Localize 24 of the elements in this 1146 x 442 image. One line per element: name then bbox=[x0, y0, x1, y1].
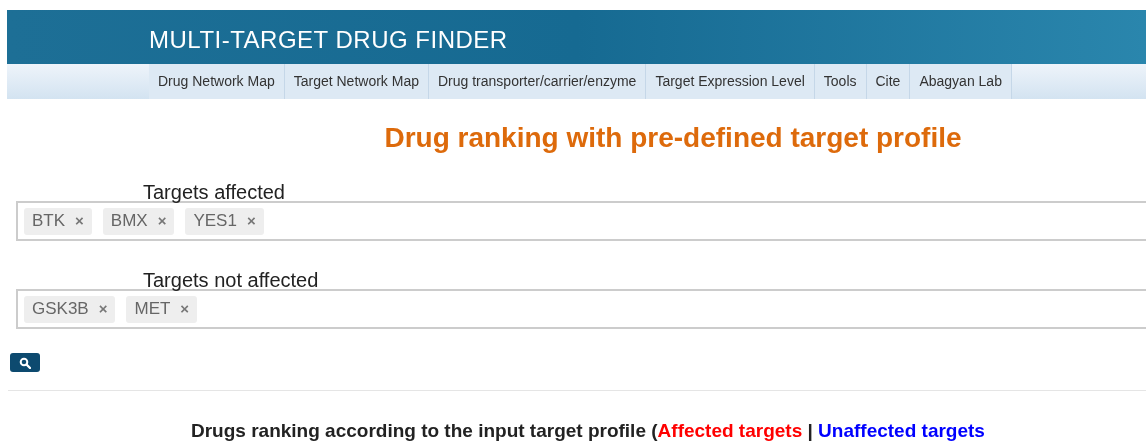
search-button[interactable] bbox=[10, 353, 40, 372]
remove-tag-button[interactable]: × bbox=[157, 209, 167, 233]
site-title: MULTI-TARGET DRUG FINDER bbox=[149, 26, 508, 53]
tag-label: GSK3B bbox=[32, 298, 89, 321]
tag-label: YES1 bbox=[193, 210, 237, 233]
nav-link[interactable]: Cite bbox=[866, 64, 911, 99]
page-title: Drug ranking with pre-defined target profile bbox=[383, 121, 963, 155]
nav-link[interactable]: Drug transporter/carrier/enzyme bbox=[429, 64, 647, 99]
field-label: Targets not affected bbox=[143, 269, 319, 291]
tag-label: BTK bbox=[32, 210, 66, 233]
field-label: Targets affected bbox=[143, 181, 285, 203]
remove-tag-button[interactable]: × bbox=[180, 297, 190, 321]
nav-link[interactable]: Tools bbox=[814, 64, 867, 99]
search-icon bbox=[19, 356, 31, 369]
tag-label: BMX bbox=[110, 210, 148, 233]
remove-tag-button[interactable]: × bbox=[98, 297, 108, 321]
nav-link[interactable]: Target Expression Level bbox=[646, 64, 815, 99]
nav-link[interactable]: Drug Network Map bbox=[149, 64, 285, 99]
tag-label: MET bbox=[134, 298, 171, 321]
remove-tag-button[interactable]: × bbox=[75, 209, 84, 233]
results-heading: Drugs ranking according to the input target profile (Affected targets | Unaffected targets bbox=[191, 420, 985, 441]
nav-link[interactable]: Abagyan Lab bbox=[910, 64, 1012, 99]
remove-tag-button[interactable]: × bbox=[246, 209, 256, 233]
nav-link[interactable]: Target Network Map bbox=[284, 64, 429, 99]
